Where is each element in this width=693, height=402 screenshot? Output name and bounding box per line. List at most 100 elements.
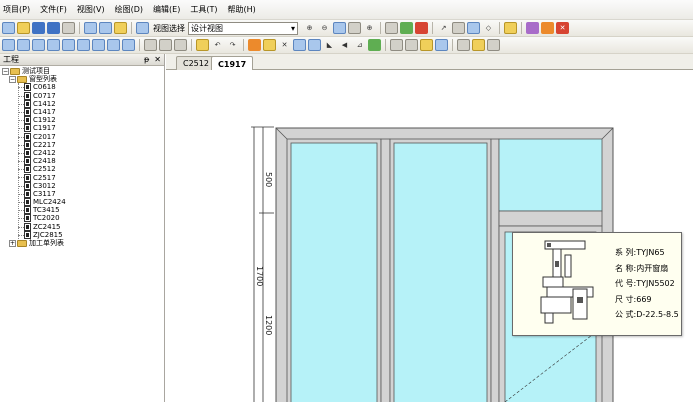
tree-item[interactable]: ZJC2815 xyxy=(0,230,164,239)
grid-icon[interactable] xyxy=(467,22,480,34)
ruler-icon[interactable] xyxy=(368,39,381,51)
window-icon[interactable] xyxy=(136,22,149,34)
diamond-icon[interactable]: ◇ xyxy=(482,22,495,34)
chart-icon[interactable] xyxy=(435,39,448,51)
copy-icon[interactable] xyxy=(84,22,97,34)
sash-icon[interactable] xyxy=(62,39,75,51)
delete-icon[interactable]: ✕ xyxy=(278,39,291,51)
tree-item[interactable]: C2412 xyxy=(0,148,164,157)
print-icon[interactable] xyxy=(62,22,75,34)
save-all-icon[interactable] xyxy=(47,22,60,34)
tree-item[interactable]: C2418 xyxy=(0,157,164,166)
grid-2-icon[interactable] xyxy=(122,39,135,51)
tab-c1917[interactable]: C1917 xyxy=(211,56,254,71)
tree-item[interactable]: C0717 xyxy=(0,91,164,100)
palette-icon[interactable] xyxy=(248,39,261,51)
list-icon[interactable] xyxy=(385,22,398,34)
menu-edit[interactable]: 编辑(E) xyxy=(150,4,187,15)
transom-icon[interactable] xyxy=(47,39,60,51)
chain-icon[interactable] xyxy=(472,39,485,51)
grid-4-icon[interactable] xyxy=(405,39,418,51)
cut-icon[interactable] xyxy=(114,22,127,34)
tree-item[interactable]: ZC2415 xyxy=(0,222,164,231)
flip-icon[interactable] xyxy=(415,22,428,34)
mullion-icon[interactable] xyxy=(32,39,45,51)
tree-group-orders[interactable]: + 加工单列表 xyxy=(0,239,164,247)
tree-item[interactable]: C1912 xyxy=(0,116,164,125)
open-icon[interactable] xyxy=(17,22,30,34)
menu-draw[interactable]: 绘图(D) xyxy=(112,4,150,15)
save-icon[interactable] xyxy=(32,22,45,34)
tree-item[interactable]: C1917 xyxy=(0,124,164,133)
table-icon[interactable] xyxy=(144,39,157,51)
split-v-icon[interactable] xyxy=(107,39,120,51)
tools-icon[interactable] xyxy=(504,22,517,34)
tab-c2512[interactable]: C2512 xyxy=(176,56,216,70)
glass-pane-1[interactable] xyxy=(290,142,378,402)
transom[interactable] xyxy=(498,210,603,227)
menu-view[interactable]: 视图(V) xyxy=(74,4,112,15)
tree-item[interactable]: TC3415 xyxy=(0,206,164,215)
arrow-left-icon[interactable]: ◀ xyxy=(338,39,351,51)
close-icon[interactable]: ✕ xyxy=(556,22,569,34)
tree-group-windows[interactable]: − 窗型列表 xyxy=(0,75,164,83)
mullion-1[interactable] xyxy=(380,138,391,402)
pin-icon[interactable]: ᵽ xyxy=(144,55,149,64)
align-right-icon[interactable] xyxy=(308,39,321,51)
redo-icon[interactable]: ↷ xyxy=(226,39,239,51)
glass-pane-top-right[interactable] xyxy=(498,138,603,212)
new-icon[interactable] xyxy=(2,22,15,34)
tree-item[interactable]: MLC2424 xyxy=(0,198,164,207)
paste-icon[interactable] xyxy=(99,22,112,34)
triangle-icon[interactable]: ◣ xyxy=(323,39,336,51)
menu-file[interactable]: 文件(F) xyxy=(37,4,74,15)
dim-icon[interactable] xyxy=(420,39,433,51)
menu-project[interactable]: 项目(P) xyxy=(0,4,37,15)
split-h-icon[interactable] xyxy=(92,39,105,51)
tree-item[interactable]: C3012 xyxy=(0,181,164,190)
view-select[interactable]: 设计视图 ▾ xyxy=(188,21,298,35)
tree-item[interactable]: C2217 xyxy=(0,140,164,149)
mullion-2[interactable] xyxy=(490,138,500,402)
frame-icon[interactable] xyxy=(2,39,15,51)
tree-root[interactable]: − 测试项目 xyxy=(0,67,164,75)
outline-icon[interactable] xyxy=(159,39,172,51)
collapse-icon[interactable]: − xyxy=(2,67,9,75)
tree-item[interactable]: C2017 xyxy=(0,132,164,141)
tree-item[interactable]: C1412 xyxy=(0,99,164,108)
tree-item[interactable]: C2512 xyxy=(0,165,164,174)
bolt-icon[interactable] xyxy=(196,39,209,51)
zoom-window-icon[interactable] xyxy=(348,22,361,34)
zoom-fit-icon[interactable] xyxy=(333,22,346,34)
tree-item[interactable]: C3117 xyxy=(0,189,164,198)
gear-icon[interactable] xyxy=(487,39,500,51)
zoom-all-icon[interactable]: ⊕ xyxy=(363,22,376,34)
panel-icon[interactable] xyxy=(17,39,30,51)
color-icon[interactable] xyxy=(526,22,539,34)
zoom-out-icon[interactable]: ⊖ xyxy=(318,22,331,34)
grid-3-icon[interactable] xyxy=(390,39,403,51)
export-icon[interactable] xyxy=(452,22,465,34)
slope-icon[interactable]: ⊿ xyxy=(353,39,366,51)
align-left-icon[interactable] xyxy=(293,39,306,51)
glass-icon[interactable] xyxy=(77,39,90,51)
close-icon[interactable]: ✕ xyxy=(154,55,161,64)
tree-item[interactable]: C1417 xyxy=(0,108,164,117)
tree-item[interactable]: C2517 xyxy=(0,173,164,182)
wrench-icon[interactable] xyxy=(263,39,276,51)
stack-icon[interactable] xyxy=(457,39,470,51)
menu-help[interactable]: 帮助(H) xyxy=(224,4,262,15)
menu-tools[interactable]: 工具(T) xyxy=(187,4,224,15)
arrow-icon[interactable]: ↗ xyxy=(437,22,450,34)
expand-icon[interactable]: + xyxy=(9,239,16,247)
measure-icon[interactable] xyxy=(400,22,413,34)
copy-2-icon[interactable] xyxy=(174,39,187,51)
tree-item[interactable]: TC2020 xyxy=(0,214,164,223)
tree-item[interactable]: C0618 xyxy=(0,83,164,92)
glass-pane-2[interactable] xyxy=(393,142,488,402)
collapse-icon[interactable]: − xyxy=(9,75,16,83)
folder-icon xyxy=(10,67,20,75)
zoom-in-icon[interactable]: ⊕ xyxy=(303,22,316,34)
layer-icon[interactable] xyxy=(541,22,554,34)
undo-icon[interactable]: ↶ xyxy=(211,39,224,51)
